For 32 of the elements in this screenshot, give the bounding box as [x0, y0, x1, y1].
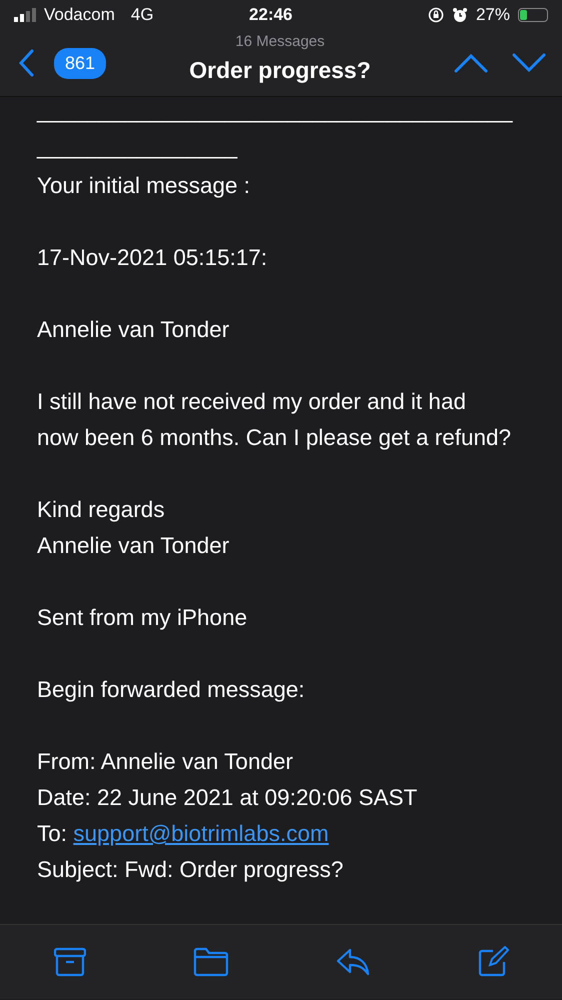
previous-icon[interactable] [454, 53, 488, 73]
email-text-line: 17-Nov-2021 05:15:17: [37, 244, 268, 272]
thread-title: Order progress? [189, 56, 371, 85]
reply-icon[interactable] [336, 947, 370, 977]
unread-count-badge[interactable]: 861 [54, 48, 106, 78]
email-text-line: Your initial message : [37, 172, 252, 200]
email-text-line: Sent from my iPhone [37, 604, 248, 632]
email-text-line: ______________________________________ [37, 97, 513, 125]
email-link[interactable]: support@biotrimlabs.com [73, 821, 329, 846]
clock-time: 22:46 [249, 5, 293, 24]
email-text-line: I still have not received my order and it had now been 6 months. Can I please get a refund? [37, 388, 512, 452]
email-text-line: Annelie van Tonder [37, 532, 230, 560]
next-icon[interactable] [512, 53, 546, 73]
email-text-line: Kind regards [37, 496, 166, 524]
battery-icon [518, 8, 548, 22]
recipient-label: To: [37, 821, 68, 846]
carrier-name: Vodacom [44, 4, 115, 26]
signal-icon [14, 8, 36, 22]
email-text-line: Subject: Fwd: Order progress? [37, 856, 344, 884]
archive-icon[interactable] [54, 947, 86, 977]
email-text-line: From: Annelie van Tonder [37, 748, 294, 776]
email-text-line: Begin forwarded message: [37, 676, 306, 704]
compose-icon[interactable] [476, 946, 508, 978]
email-text-line: ________________ [37, 133, 238, 161]
message-count: 16 Messages [235, 32, 325, 52]
folder-icon[interactable] [192, 947, 228, 977]
battery-percent: 27% [476, 4, 510, 26]
rotation-lock-icon [428, 7, 444, 23]
alarm-icon [452, 7, 468, 23]
email-text-line: Annelie van Tonder [37, 316, 230, 344]
email-text-line: Date: 22 June 2021 at 09:20:06 SAST [37, 784, 418, 812]
network-type: 4G [130, 4, 154, 26]
